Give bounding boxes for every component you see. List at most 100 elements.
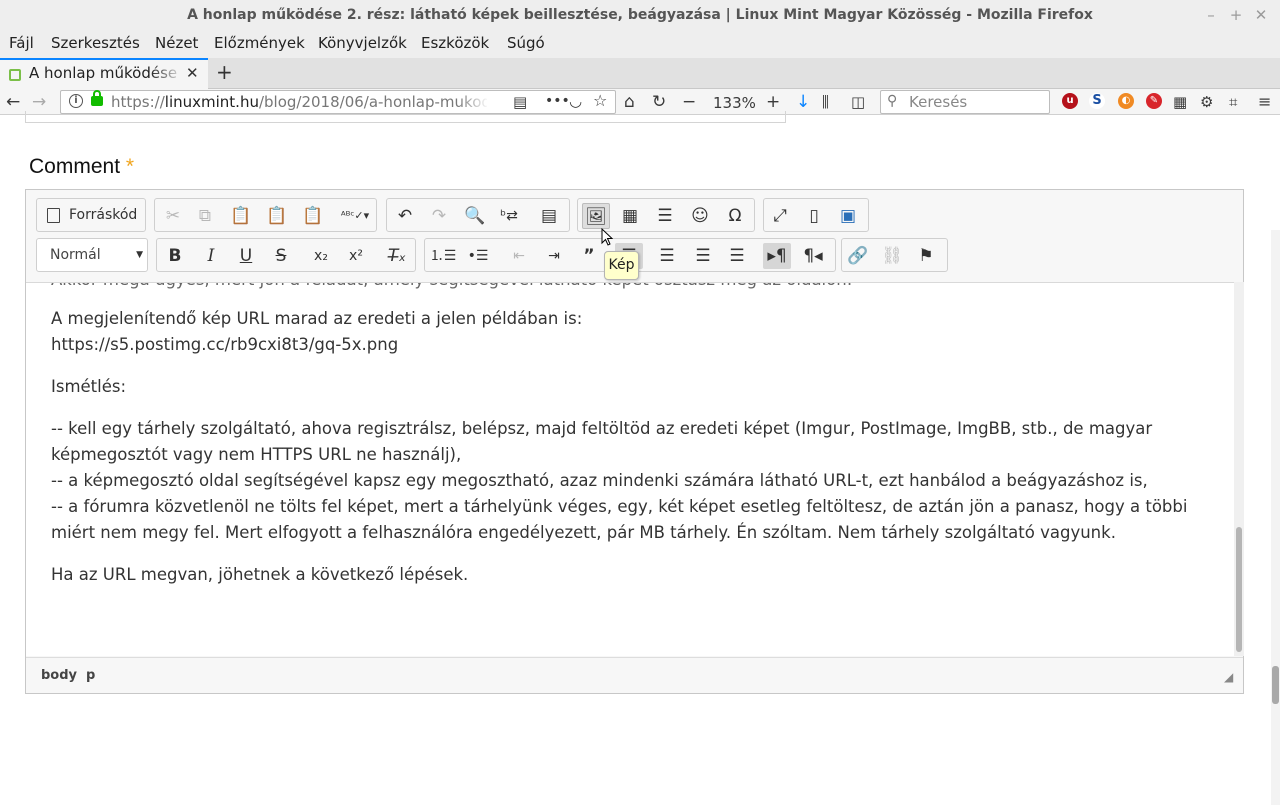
page-scrollbar[interactable] [1271,230,1280,805]
close-icon[interactable]: ✕ [1248,0,1274,30]
justify-icon[interactable]: ☰ [723,243,751,269]
extension-grid-icon[interactable]: ▦ [1173,91,1187,113]
pocket-icon[interactable]: ◡ [569,90,582,112]
source-icon [47,208,60,223]
tab-active[interactable]: A honlap működése 2. rész: látható képek… [0,58,208,89]
page-content: Comment * Forráskód ✂ ⧉ 📋 📋 📋 ᴬᴮᶜ✓▾ ↶ ↷ … [0,111,1280,805]
menu-edit[interactable]: Szerkesztés [51,34,140,52]
horizontal-line-icon[interactable]: ☰ [651,203,679,229]
increase-indent-icon[interactable]: ⇥ [540,243,568,269]
menu-view[interactable]: Nézet [155,34,198,52]
library-icon[interactable]: ⫼ [822,91,829,113]
menu-tools[interactable]: Eszközök [421,34,489,52]
strikethrough-icon[interactable]: S [267,243,295,269]
path-body[interactable]: body [41,668,77,683]
menu-file[interactable]: Fájl [9,34,34,52]
remove-format-icon[interactable]: T̶ₓ [383,243,411,269]
replace-icon[interactable]: ᵇ⇄ [495,203,523,229]
anchor-flag-icon[interactable]: ⚑ [912,243,940,269]
underline-icon[interactable]: U [232,243,260,269]
menu-bookmarks[interactable]: Könyvjelzők [318,34,407,52]
required-marker: * [125,155,135,178]
table-icon[interactable]: ▦ [616,203,644,229]
tab-close-icon[interactable]: ✕ [186,64,199,82]
find-icon[interactable]: 🔍 [461,203,489,229]
preview-icon[interactable]: ▣ [834,203,862,229]
source-button[interactable]: Forráskód [36,198,146,232]
resize-handle-icon[interactable]: ◢ [1224,670,1233,684]
blockquote-icon[interactable]: ” [575,243,603,269]
editor-content-area[interactable]: Akkor mega ugyes, mert jon a feladat, am… [26,282,1234,656]
undo-icon[interactable]: ↶ [391,203,419,229]
italic-icon[interactable]: I [197,243,225,269]
forward-icon[interactable]: → [32,91,46,113]
menu-history[interactable]: Előzmények [214,34,305,52]
spellcheck-icon[interactable]: ᴬᴮᶜ✓▾ [337,203,373,229]
extension-s-icon[interactable]: S [1089,93,1105,109]
editor-scrollbar[interactable] [1234,282,1244,656]
back-icon[interactable]: ← [6,91,20,113]
cut-icon[interactable]: ✂ [159,203,187,229]
insert-toolbar-group: 🖼 ▦ ☰ ☺ Ω [577,198,755,232]
paste-word-icon[interactable]: 📋 [299,203,327,229]
menu-help[interactable]: Súgó [507,34,545,52]
zoom-in-icon[interactable]: + [766,91,780,113]
maximize-icon[interactable]: + [1223,0,1249,30]
special-char-icon[interactable]: Ω [721,203,749,229]
extension-orange-icon[interactable]: ◐ [1118,93,1134,109]
smiley-icon[interactable]: ☺ [686,203,714,229]
superscript-icon[interactable]: x² [342,243,370,269]
redo-icon[interactable]: ↷ [425,203,453,229]
paste-text-icon[interactable]: 📋 [263,203,291,229]
decrease-indent-icon[interactable]: ⇤ [505,243,533,269]
reader-view-icon[interactable]: ▤ [513,91,527,113]
unlink-icon[interactable]: ⛓ [878,243,906,269]
paragraph-cut-off: Akkor mega ugyes, mert jon a feladat, am… [51,283,852,293]
extension-gear-icon[interactable]: ⚙ [1200,91,1213,113]
align-center-icon[interactable]: ☰ [653,243,681,269]
tab-bar: A honlap működése 2. rész: látható képek… [0,58,1280,89]
clipboard-toolbar-group: ✂ ⧉ 📋 📋 📋 ᴬᴮᶜ✓▾ [154,198,377,232]
home-icon[interactable]: ⌂ [624,91,635,113]
numbered-list-icon[interactable]: ⒈☰ [429,243,457,269]
search-input[interactable]: ⚲ Keresés [880,90,1050,114]
comment-label: Comment * [29,155,135,178]
ltr-direction-icon[interactable]: ▸¶ [763,243,791,269]
path-p[interactable]: p [86,668,95,683]
bulleted-list-icon[interactable]: •☰ [464,243,492,269]
new-tab-icon[interactable]: + [216,60,233,84]
sidebar-icon[interactable]: ◫ [851,91,865,113]
basic-styles-toolbar-group: B I U S x₂ x² T̶ₓ [156,238,416,272]
select-all-icon[interactable]: ▤ [535,203,563,229]
editor-scrollbar-thumb[interactable] [1236,527,1242,652]
ublock-icon[interactable]: u [1062,93,1078,109]
hamburger-menu-icon[interactable]: ≡ [1258,91,1271,113]
format-select[interactable]: Normál ▼ [36,238,148,272]
minimize-icon[interactable]: – [1198,0,1224,30]
image-icon[interactable]: 🖼 [582,203,610,229]
link-icon[interactable]: 🔗 [844,243,872,269]
reload-icon[interactable]: ↻ [652,91,666,113]
page-actions-icon[interactable]: ••• [545,90,570,112]
align-right-icon[interactable]: ☰ [689,243,717,269]
subscript-icon[interactable]: x₂ [307,243,335,269]
bold-icon[interactable]: B [161,243,189,269]
info-icon[interactable]: i [69,94,83,108]
maximize-editor-icon[interactable]: ⤢ [766,203,794,229]
downloads-icon[interactable]: ↓ [796,91,810,113]
bookmark-star-icon[interactable]: ☆ [593,90,607,112]
menu-bar: Fájl Szerkesztés Nézet Előzmények Könyvj… [0,31,1280,58]
lock-icon[interactable] [91,90,103,106]
search-icon: ⚲ [887,93,898,109]
url-text[interactable]: https://linuxmint.hu/blog/2018/06/a-honl… [111,93,487,111]
copy-icon[interactable]: ⧉ [191,203,219,229]
rtl-direction-icon[interactable]: ¶◂ [799,243,827,269]
window-title: A honlap működése 2. rész: látható képek… [187,7,1093,23]
show-blocks-icon[interactable]: ▯ [800,203,828,229]
extension-red-icon[interactable]: ✎ [1146,93,1162,109]
paste-icon[interactable]: 📋 [227,203,255,229]
screenshot-icon[interactable]: ⌗ [1229,91,1237,113]
paragraph: -- a képmegosztó oldal segítségével kaps… [51,471,1148,490]
page-scrollbar-thumb[interactable] [1272,666,1279,704]
zoom-out-icon[interactable]: − [682,91,696,113]
